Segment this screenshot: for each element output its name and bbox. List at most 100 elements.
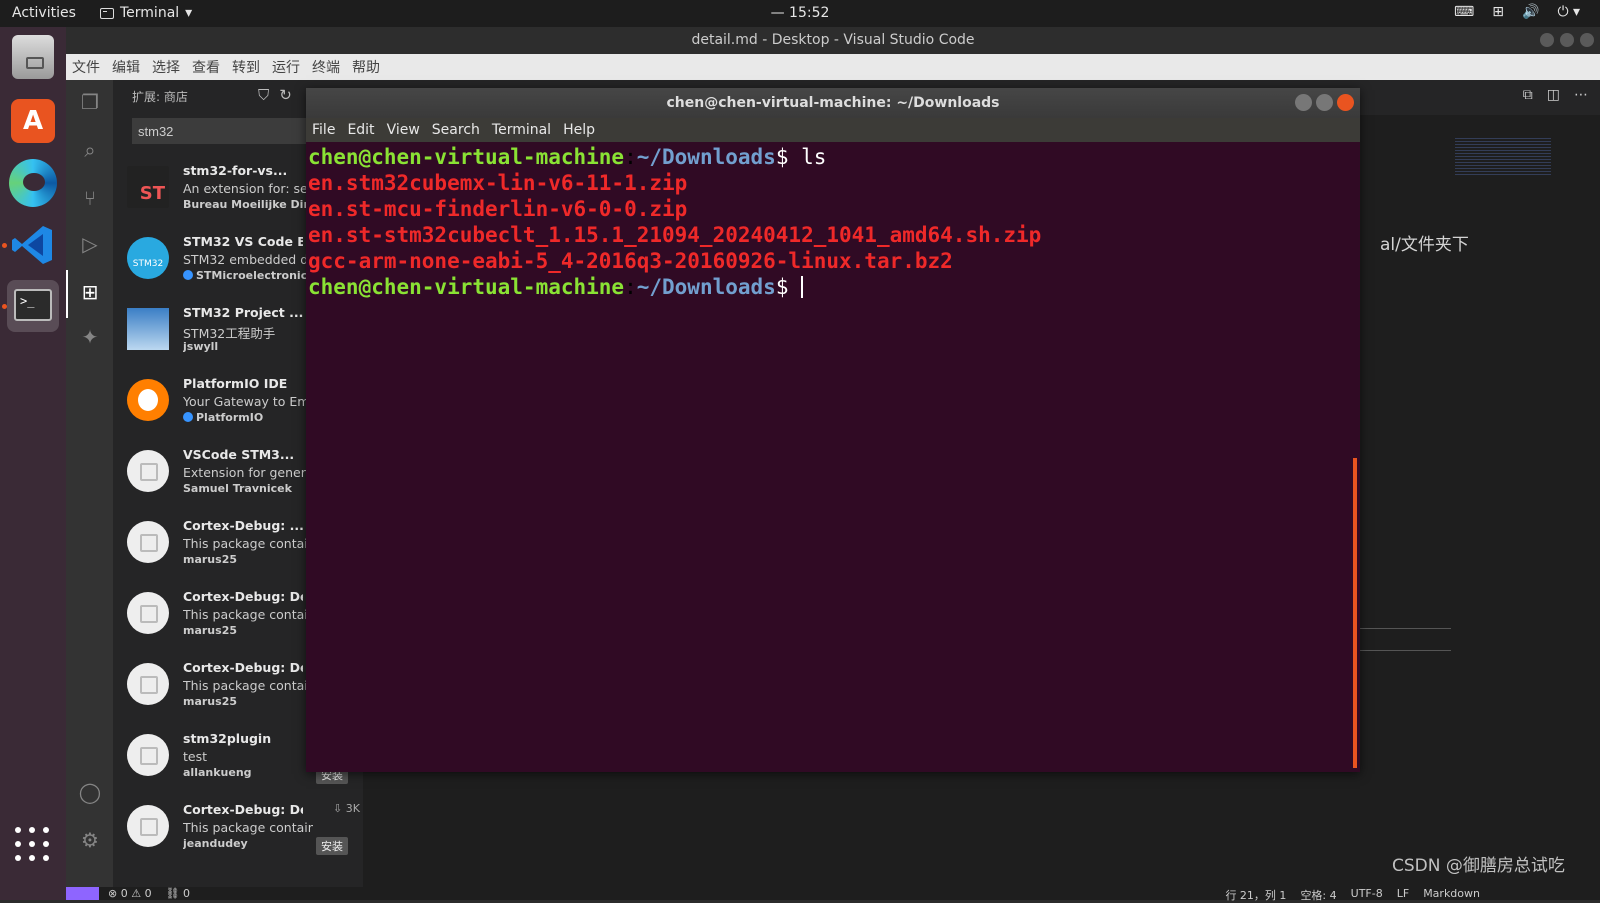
- extension-publisher: marus25: [183, 553, 313, 566]
- extension-description: This package contains addi...: [183, 820, 313, 835]
- menu-view[interactable]: 查看: [192, 57, 220, 77]
- volume-icon[interactable]: 🔊: [1522, 4, 1539, 20]
- download-count: ⇩ 3K: [333, 802, 360, 815]
- run-debug-icon[interactable]: ▷: [78, 232, 102, 256]
- remote-indicator[interactable]: [66, 887, 99, 900]
- split-editor-icon[interactable]: ◫: [1547, 87, 1560, 103]
- menu-search[interactable]: Search: [432, 122, 480, 138]
- clock[interactable]: — 15:52: [0, 5, 1600, 21]
- encoding[interactable]: UTF-8: [1351, 887, 1383, 903]
- extension-name: Cortex-Debug: ...: [183, 518, 303, 533]
- extension-publisher-name: marus25: [183, 624, 237, 637]
- verified-badge-icon: [183, 270, 193, 280]
- window-title: detail.md - Desktop - Visual Studio Code: [691, 32, 975, 48]
- system-tray[interactable]: ⌨ ⊞ 🔊 ⏻ ▾: [1454, 4, 1580, 20]
- dock: A >_: [0, 27, 66, 900]
- close-button[interactable]: [1337, 94, 1354, 111]
- network-icon[interactable]: ⊞: [1492, 4, 1504, 20]
- minimap[interactable]: [1455, 136, 1551, 176]
- minimize-button[interactable]: [1540, 33, 1554, 47]
- extensions-icon[interactable]: ⊞: [78, 280, 102, 304]
- explorer-icon[interactable]: ❐: [78, 90, 102, 114]
- activity-bar: ❐ ⌕ ⑂ ▷ ⊞ ✦ ◯ ⚙: [66, 80, 113, 900]
- ports-indicator[interactable]: ⛓ 0: [166, 887, 190, 900]
- terminal-app-icon[interactable]: >_: [7, 280, 59, 332]
- stm32-extension-icon[interactable]: ✦: [78, 325, 102, 349]
- extension-name: Cortex-Debug: Dev.: [183, 660, 303, 675]
- extension-publisher-name: marus25: [183, 695, 237, 708]
- extension-description: This package contair: [183, 536, 313, 551]
- files-app-icon[interactable]: [12, 35, 54, 79]
- filter-icon[interactable]: ⛉: [258, 86, 269, 104]
- install-button[interactable]: 安装: [316, 837, 348, 855]
- terminal-title: chen@chen-virtual-machine: ~/Downloads: [666, 95, 1000, 111]
- menu-file[interactable]: 文件: [72, 57, 100, 77]
- extension-publisher-name: PlatformIO: [196, 411, 264, 424]
- extension-publisher: marus25: [183, 695, 313, 708]
- extension-name: stm32plugin: [183, 731, 272, 746]
- minimize-button[interactable]: [1295, 94, 1312, 111]
- maximize-button[interactable]: [1316, 94, 1333, 111]
- extension-name: STM32 VS Code Ext: [183, 234, 303, 249]
- terminal-window[interactable]: chen@chen-virtual-machine: ~/Downloads F…: [306, 88, 1360, 772]
- extension-name: Cortex-Debug: Dev...: [183, 802, 303, 817]
- st-logo-icon: ST: [127, 166, 169, 208]
- refresh-icon[interactable]: ↻: [279, 86, 292, 104]
- menu-edit[interactable]: Edit: [347, 122, 374, 138]
- source-control-icon[interactable]: ⑂: [78, 186, 102, 210]
- generic-icon: [127, 805, 169, 847]
- editor-text-fragment: al/文件夹下: [1380, 235, 1469, 255]
- command-text: ls: [801, 145, 827, 169]
- vscode-menubar: 文件 编辑 选择 查看 转到 运行 终端 帮助: [66, 54, 1600, 80]
- menu-file[interactable]: File: [312, 122, 335, 138]
- menu-edit[interactable]: 编辑: [112, 57, 140, 77]
- menu-run[interactable]: 运行: [272, 57, 300, 77]
- open-preview-icon[interactable]: ⧉: [1523, 87, 1533, 103]
- platformio-logo-icon: [127, 379, 169, 421]
- extension-description: This package contair: [183, 607, 313, 622]
- indentation[interactable]: 空格: 4: [1300, 887, 1336, 903]
- menu-view[interactable]: View: [387, 122, 420, 138]
- extension-publisher: jeandudey: [183, 837, 313, 850]
- show-applications-icon[interactable]: [15, 827, 51, 863]
- generic-icon: [127, 592, 169, 634]
- terminal-output[interactable]: chen@chen-virtual-machine:~/Downloads$ l…: [308, 144, 1348, 300]
- sidebar-title: 扩展: 商店: [132, 90, 188, 104]
- vscode-app-icon[interactable]: [10, 222, 56, 268]
- terminal-titlebar[interactable]: chen@chen-virtual-machine: ~/Downloads: [306, 88, 1360, 118]
- menu-help[interactable]: Help: [563, 122, 595, 138]
- extension-item[interactable]: Cortex-Debug: Dev... This package contain…: [113, 797, 363, 868]
- menu-help[interactable]: 帮助: [352, 57, 380, 77]
- menu-selection[interactable]: 选择: [152, 57, 180, 77]
- search-icon[interactable]: ⌕: [78, 138, 102, 162]
- cursor-position[interactable]: 行 21，列 1: [1225, 887, 1286, 903]
- text-cursor: [801, 276, 804, 298]
- maximize-button[interactable]: [1560, 33, 1574, 47]
- terminal-scrollbar[interactable]: [1353, 458, 1357, 768]
- edge-browser-icon[interactable]: [9, 159, 57, 207]
- power-icon[interactable]: ⏻ ▾: [1557, 4, 1580, 20]
- language-mode[interactable]: Markdown: [1423, 887, 1480, 903]
- keyboard-icon[interactable]: ⌨: [1454, 4, 1474, 20]
- close-button[interactable]: [1580, 33, 1594, 47]
- watermark: CSDN @御膳房总试吃: [1392, 856, 1565, 876]
- prompt-line: chen@chen-virtual-machine:~/Downloads$ l…: [308, 145, 827, 169]
- extension-publisher-name: STMicroelectronic: [196, 269, 308, 282]
- menu-go[interactable]: 转到: [232, 57, 260, 77]
- extension-publisher-name: jeandudey: [183, 837, 248, 850]
- extension-publisher-name: Bureau Moeilijke Din...: [183, 198, 313, 211]
- menu-terminal[interactable]: 终端: [312, 57, 340, 77]
- problems-indicator[interactable]: ⊗ 0 ⚠ 0: [108, 887, 152, 900]
- end-of-line[interactable]: LF: [1397, 887, 1409, 903]
- extension-name: stm32-for-vs...: [183, 163, 288, 178]
- gear-icon[interactable]: ⚙: [78, 828, 102, 852]
- more-actions-icon[interactable]: ⋯: [1574, 87, 1588, 103]
- extension-publisher: PlatformIO: [183, 411, 313, 424]
- generic-icon: [127, 663, 169, 705]
- menu-terminal[interactable]: Terminal: [492, 122, 551, 138]
- generic-icon: [127, 450, 169, 492]
- account-icon[interactable]: ◯: [78, 780, 102, 804]
- prompt-line: chen@chen-virtual-machine:~/Downloads$: [308, 275, 804, 299]
- generic-icon: [127, 521, 169, 563]
- software-store-icon[interactable]: A: [11, 99, 55, 143]
